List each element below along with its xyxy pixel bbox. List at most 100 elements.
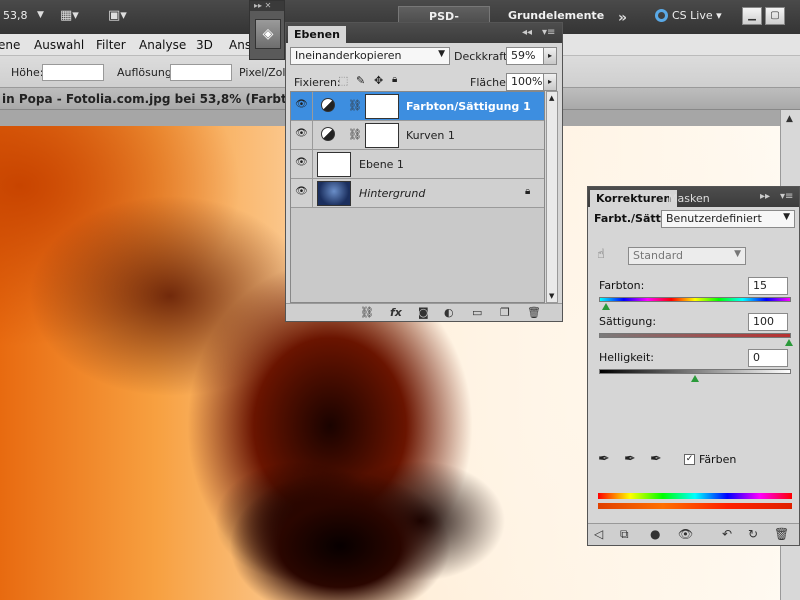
collapse-icon[interactable]: ◂◂ (522, 27, 532, 38)
preset-select[interactable]: Benutzerdefiniert ▼ (661, 210, 795, 228)
opacity-input[interactable]: 59% (506, 47, 544, 65)
eye-icon[interactable]: 👁︎ (294, 99, 309, 113)
hue-slider-thumb[interactable] (602, 303, 610, 310)
fill-input[interactable]: 100% (506, 73, 544, 91)
hue-input[interactable]: 15 (748, 277, 788, 295)
link-layers-icon[interactable]: ⛓︎ (360, 306, 374, 319)
menu-ebene[interactable]: ene (0, 38, 20, 52)
layer-row-ebene-1[interactable]: 👁︎ Ebene 1 (291, 150, 544, 179)
layer-mask-thumbnail[interactable] (365, 94, 399, 119)
lock-label: Fixieren: (294, 76, 341, 89)
lock-brush-icon[interactable]: ✎ (356, 74, 365, 87)
menu-auswahl[interactable]: Auswahl (34, 38, 84, 52)
layers-panel-tabbar: Ebenen ◂◂ ▾≡ (286, 23, 562, 43)
previous-state-icon[interactable]: ↶ (722, 527, 732, 541)
panel-menu-icon[interactable]: ▾≡ (780, 191, 793, 202)
lightness-slider[interactable] (599, 369, 791, 374)
zoom-level[interactable]: 53,8 (3, 9, 28, 22)
clip-to-layer-icon[interactable]: ⧉ (620, 527, 629, 542)
hue-slider[interactable] (599, 297, 791, 302)
lock-transparency-icon[interactable]: ⬚ (338, 74, 348, 87)
fill-slider-button[interactable]: ▸ (543, 73, 557, 91)
chain-link-icon[interactable]: ⛓︎ (348, 128, 362, 141)
eye-icon[interactable]: 👁︎ (294, 128, 309, 142)
eyedropper-plus-icon[interactable]: ✒︎ (624, 451, 636, 467)
blend-mode-value: Ineinanderkopieren (295, 49, 402, 62)
fill-label: Fläche: (470, 76, 510, 89)
input-spectrum-bar (598, 493, 792, 499)
menu-ansicht[interactable]: Ans (229, 38, 251, 52)
screen-mode-icon[interactable]: ▣▾ (108, 8, 127, 23)
eye-icon[interactable]: 👁︎ (294, 157, 309, 171)
minimize-button[interactable]: ▁ (742, 7, 762, 25)
arrange-documents-icon[interactable]: ▦▾ (60, 8, 79, 23)
saturation-label: Sättigung: (599, 315, 657, 328)
opacity-slider-button[interactable]: ▸ (543, 47, 557, 65)
scroll-up-icon[interactable]: ▲ (786, 114, 793, 124)
channel-value: Standard (633, 249, 684, 262)
layers-panel: Ebenen ◂◂ ▾≡ Ineinanderkopieren ▼ Deckkr… (285, 22, 563, 322)
layers-stack-icon[interactable]: ◈ (255, 19, 281, 49)
restore-button[interactable]: ▢ (765, 7, 785, 25)
dock-expand-icon[interactable]: ▸▸ ✕ (250, 1, 284, 11)
new-group-icon[interactable]: ▭ (472, 306, 482, 319)
opacity-label: Deckkraft: (454, 50, 511, 63)
eyedropper-minus-icon[interactable]: ✒︎ (650, 451, 662, 467)
adjustment-layer-icon (321, 98, 335, 112)
reset-icon[interactable]: ↻ (748, 527, 758, 541)
resolution-unit[interactable]: Pixel/Zoll (239, 66, 289, 79)
more-workspaces-icon[interactable]: » (610, 7, 635, 28)
layer-style-icon[interactable]: fx (390, 306, 402, 319)
lock-move-icon[interactable]: ✥ (374, 74, 383, 87)
chain-link-icon[interactable]: ⛓︎ (348, 99, 362, 112)
saturation-input[interactable]: 100 (748, 313, 788, 331)
layer-row-farbton-saettigung[interactable]: 👁︎ ⛓︎ Farbton/Sättigung 1 (291, 92, 544, 121)
adjustments-panel: Korrekturen Masken ▸▸ ▾≡ Farbt./Sätt. Be… (587, 186, 800, 546)
hue-label: Farbton: (599, 279, 645, 292)
layer-list-scrollbar[interactable]: ▲ ▼ (546, 91, 558, 303)
eye-icon[interactable]: 👁︎ (294, 186, 309, 200)
eye-icon[interactable]: 👁︎ (678, 527, 693, 541)
height-label: Höhe: (11, 66, 44, 79)
resolution-input[interactable] (170, 64, 232, 81)
scroll-up-icon[interactable]: ▲ (549, 94, 554, 102)
trash-icon[interactable]: 🗑︎ (527, 306, 541, 319)
lock-all-icon[interactable]: 🔒︎ (392, 74, 397, 85)
channel-select[interactable]: Standard ▼ (628, 247, 746, 265)
menu-filter[interactable]: Filter (96, 38, 126, 52)
menu-analyse[interactable]: Analyse (139, 38, 186, 52)
preset-value: Benutzerdefiniert (666, 212, 762, 225)
target-adjust-hand-icon[interactable]: ☝︎ (597, 247, 605, 262)
lightness-input[interactable]: 0 (748, 349, 788, 367)
layer-thumbnail (317, 181, 351, 206)
menu-3d[interactable]: 3D (196, 38, 213, 52)
layer-row-hintergrund[interactable]: 👁︎ Hintergrund 🔒︎ (291, 179, 544, 208)
layer-visibility-toggle-icon[interactable]: ● (650, 527, 660, 541)
panel-menu-icon[interactable]: ▾≡ (542, 27, 555, 38)
lightness-slider-thumb[interactable] (691, 375, 699, 382)
tab-masken[interactable]: Masken (662, 190, 716, 207)
tab-ebenen[interactable]: Ebenen (288, 26, 346, 43)
layers-panel-footer: ⛓︎ fx ◙ ◐ ▭ ❐ 🗑︎ (286, 303, 562, 321)
collapse-icon[interactable]: ▸▸ (760, 191, 770, 202)
trash-icon[interactable]: 🗑︎ (774, 527, 789, 541)
cs-live-button[interactable]: CS Live ▾ (655, 9, 722, 22)
scroll-down-icon[interactable]: ▼ (549, 292, 554, 300)
add-mask-icon[interactable]: ◙ (418, 306, 429, 319)
saturation-slider[interactable] (599, 333, 791, 338)
new-adjustment-icon[interactable]: ◐ (444, 306, 454, 319)
blend-mode-select[interactable]: Ineinanderkopieren ▼ (290, 47, 450, 65)
back-arrow-icon[interactable]: ◁ (594, 527, 603, 541)
layer-row-kurven[interactable]: 👁︎ ⛓︎ Kurven 1 (291, 121, 544, 150)
colorize-checkbox[interactable]: ✓ (684, 454, 695, 465)
layer-list: 👁︎ ⛓︎ Farbton/Sättigung 1 👁︎ ⛓︎ Kurven 1… (290, 91, 545, 303)
eyedropper-icon[interactable]: ✒︎ (598, 451, 610, 467)
height-input[interactable] (42, 64, 104, 81)
adjustments-panel-tabbar: Korrekturen Masken ▸▸ ▾≡ (588, 187, 799, 207)
new-layer-icon[interactable]: ❐ (500, 306, 510, 319)
saturation-slider-thumb[interactable] (785, 339, 793, 346)
zoom-dropdown-icon[interactable]: ▼ (37, 10, 44, 20)
layer-mask-thumbnail[interactable] (365, 123, 399, 148)
cs-live-label: CS Live (672, 9, 713, 22)
layer-name: Kurven 1 (406, 129, 455, 142)
